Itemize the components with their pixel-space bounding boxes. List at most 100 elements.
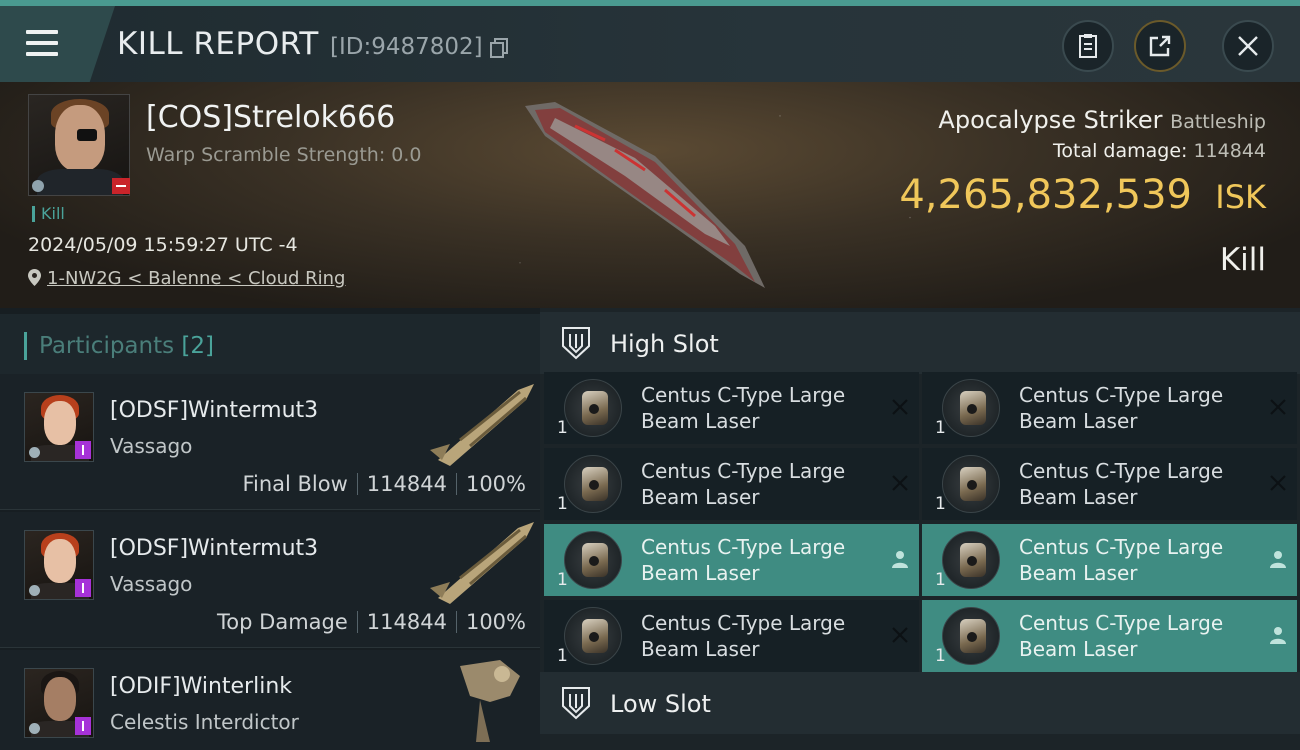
participant-row[interactable]: [ODIF]Winterlink Celestis Interdictor	[0, 650, 540, 750]
fitting-panel: High Slot 1 Centus C-Type Large Beam Laser…	[540, 308, 1300, 750]
participant-row[interactable]: [ODSF]Wintermut3 Vassago Final Blow 11484…	[0, 374, 540, 510]
share-icon	[1149, 35, 1171, 57]
participant-damage: 114844	[366, 472, 447, 496]
participant-portrait[interactable]	[24, 392, 94, 462]
total-damage: Total damage: 114844	[1053, 140, 1266, 162]
slot-item[interactable]: 1 Centus C-Type Large Beam Laser	[544, 448, 919, 520]
participants-title: Participants [2]	[24, 332, 214, 360]
module-quantity: 1	[935, 646, 946, 666]
slot-item[interactable]: 1 Centus C-Type Large Beam Laser	[922, 448, 1297, 520]
module-name-line1: Centus C-Type Large	[1019, 535, 1224, 559]
module-name-line1: Centus C-Type Large	[1019, 611, 1224, 635]
module-quantity: 1	[557, 646, 568, 666]
total-damage-label: Total damage:	[1053, 140, 1188, 162]
module-quantity: 1	[557, 570, 568, 590]
participant-name: [ODSF]Wintermut3	[110, 398, 319, 423]
dropped-person-icon	[1270, 627, 1286, 644]
participant-percent: 100%	[465, 472, 526, 496]
participant-stats: Final Blow 114844 100%	[242, 472, 526, 496]
module-quantity: 1	[557, 418, 568, 438]
participant-ship: Celestis Interdictor	[110, 710, 299, 734]
slot-item[interactable]: 1 Centus C-Type Large Beam Laser	[544, 524, 919, 596]
module-name-line1: Centus C-Type Large	[641, 383, 846, 407]
module-name-line2: Beam Laser	[1019, 485, 1138, 509]
close-icon	[1238, 36, 1258, 56]
close-button[interactable]	[1222, 20, 1274, 72]
destroyed-x-icon	[892, 399, 908, 415]
participants-panel: Participants [2] [ODSF]Wintermut3 Vassag…	[0, 308, 540, 750]
slot-item[interactable]: 1 Centus C-Type Large Beam Laser	[544, 372, 919, 444]
module-name: Centus C-Type Large Beam Laser	[1019, 382, 1249, 434]
participant-ship-image	[430, 522, 534, 604]
slot-item[interactable]: 1 Centus C-Type Large Beam Laser	[922, 372, 1297, 444]
module-name: Centus C-Type Large Beam Laser	[1019, 458, 1249, 510]
module-name-line2: Beam Laser	[641, 485, 760, 509]
kill-location[interactable]: 1-NW2G < Balenne < Cloud Ring	[28, 268, 346, 289]
module-name: Centus C-Type Large Beam Laser	[1019, 534, 1249, 586]
high-slot-icon	[562, 327, 590, 360]
high-slot-title: High Slot	[610, 330, 719, 358]
warp-scramble-strength: Warp Scramble Strength: 0.0	[146, 144, 422, 166]
module-icon	[564, 455, 622, 513]
module-icon	[942, 607, 1000, 665]
participant-role: Top Damage	[217, 610, 348, 634]
rank-badge-icon	[75, 579, 91, 597]
module-icon	[564, 379, 622, 437]
participant-name: [ODSF]Wintermut3	[110, 536, 319, 561]
module-name: Centus C-Type Large Beam Laser	[641, 458, 871, 510]
victim-ship[interactable]: Apocalypse Striker Battleship	[938, 106, 1266, 134]
participant-portrait[interactable]	[24, 530, 94, 600]
module-name-line1: Centus C-Type Large	[1019, 383, 1224, 407]
low-slot-header: Low Slot	[540, 672, 1300, 734]
rank-badge-icon	[75, 441, 91, 459]
victim-name[interactable]: [COS]Strelok666	[146, 100, 395, 135]
header-bar: KILL REPORT [ID:9487802]	[0, 6, 1300, 82]
module-quantity: 1	[935, 570, 946, 590]
slot-item[interactable]: 1 Centus C-Type Large Beam Laser	[922, 524, 1297, 596]
corp-badge-icon	[32, 180, 44, 192]
participant-row[interactable]: [ODSF]Wintermut3 Vassago Top Damage 11484…	[0, 512, 540, 648]
module-name-line2: Beam Laser	[641, 409, 760, 433]
copy-icon[interactable]	[490, 38, 508, 58]
participant-ship: Vassago	[110, 434, 193, 458]
participants-count: [2]	[181, 333, 215, 359]
clipboard-button[interactable]	[1062, 20, 1114, 72]
menu-icon[interactable]	[22, 24, 62, 64]
participant-portrait[interactable]	[24, 668, 94, 738]
victim-ship-image	[525, 102, 765, 288]
module-name-line1: Centus C-Type Large	[641, 535, 846, 559]
total-damage-value: 114844	[1193, 140, 1266, 162]
ship-name: Apocalypse Striker	[938, 106, 1163, 134]
location-link[interactable]: 1-NW2G < Balenne < Cloud Ring	[47, 268, 346, 289]
dropped-person-icon	[892, 551, 908, 568]
low-slot-title: Low Slot	[610, 690, 711, 718]
low-slot-icon	[562, 687, 590, 720]
participant-percent: 100%	[465, 610, 526, 634]
corp-badge-icon	[29, 723, 40, 734]
participant-stats: Top Damage 114844 100%	[217, 610, 526, 634]
module-icon	[942, 379, 1000, 437]
module-name-line2: Beam Laser	[1019, 637, 1138, 661]
module-name: Centus C-Type Large Beam Laser	[641, 610, 871, 662]
participant-damage: 114844	[366, 610, 447, 634]
kill-banner: [COS]Strelok666 Warp Scramble Strength: …	[0, 82, 1300, 308]
participant-name: [ODIF]Winterlink	[110, 674, 293, 699]
slot-item[interactable]: 1 Centus C-Type Large Beam Laser	[544, 600, 919, 672]
module-name-line1: Centus C-Type Large	[641, 611, 846, 635]
corp-badge-icon	[29, 585, 40, 596]
destroyed-x-icon	[892, 475, 908, 491]
module-name: Centus C-Type Large Beam Laser	[1019, 610, 1249, 662]
participant-ship: Vassago	[110, 572, 193, 596]
module-name: Centus C-Type Large Beam Laser	[641, 382, 871, 434]
loss-badge-icon	[112, 178, 130, 194]
report-id: [ID:9487802]	[330, 34, 483, 60]
isk-value: 4,265,832,539	[899, 172, 1192, 218]
module-name-line2: Beam Laser	[1019, 561, 1138, 585]
participants-header: Participants [2]	[0, 314, 540, 374]
share-button[interactable]	[1134, 20, 1186, 72]
kill-tag: Kill	[32, 206, 65, 222]
location-pin-icon	[28, 269, 41, 286]
participant-ship-image	[460, 660, 520, 742]
module-icon	[942, 455, 1000, 513]
slot-item[interactable]: 1 Centus C-Type Large Beam Laser	[922, 600, 1297, 672]
